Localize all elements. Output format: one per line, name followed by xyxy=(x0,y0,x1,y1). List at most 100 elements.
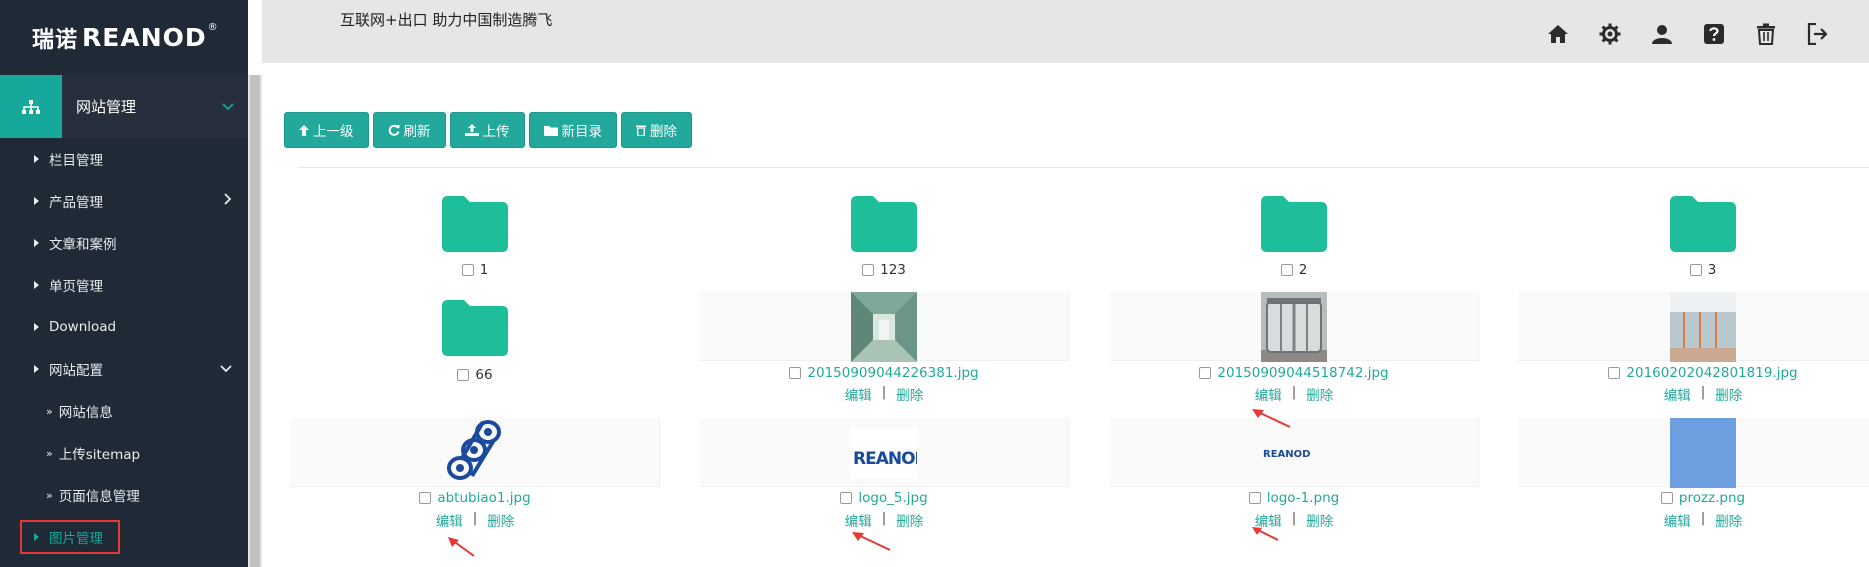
item-name-row: 2 xyxy=(1109,262,1479,278)
item-name-row: logo-1.png xyxy=(1109,490,1479,506)
folder-icon[interactable] xyxy=(1670,196,1736,252)
item-name[interactable]: 3 xyxy=(1708,262,1717,278)
sidebar-item-5[interactable]: 网站配置 xyxy=(0,348,248,390)
folder-icon[interactable] xyxy=(442,196,508,252)
brand-logo[interactable]: 瑞诺 REANOD ® xyxy=(0,0,248,75)
sidebar-item-label: 上传sitemap xyxy=(58,447,141,463)
image-thumbnail[interactable]: REANOD xyxy=(851,418,917,488)
item-name[interactable]: 66 xyxy=(475,367,492,383)
select-checkbox[interactable] xyxy=(840,492,853,504)
sidebar-scrollbar[interactable] xyxy=(248,75,262,567)
delete-label: 删除 xyxy=(650,124,677,140)
delete-button[interactable]: 删除 xyxy=(621,112,692,148)
sidebar-item-7[interactable]: » 上传sitemap xyxy=(0,432,248,474)
sidebar-item-8[interactable]: » 页面信息管理 xyxy=(0,474,248,516)
edit-link[interactable]: 编辑 xyxy=(1664,510,1691,530)
delete-link[interactable]: 删除 xyxy=(1715,510,1742,530)
folder-icon[interactable] xyxy=(851,196,917,252)
brand-en: REANOD xyxy=(82,23,207,52)
double-chevron-icon: » xyxy=(46,488,53,502)
image-thumbnail[interactable] xyxy=(851,292,917,362)
annotation-arrow-icon xyxy=(1252,409,1291,428)
select-checkbox[interactable] xyxy=(1248,492,1261,504)
header-icons xyxy=(1545,22,1831,46)
help-icon[interactable] xyxy=(1701,22,1727,46)
select-checkbox[interactable] xyxy=(1689,264,1702,276)
item-name[interactable]: 2 xyxy=(1299,262,1308,278)
sidebar-item-3[interactable]: 单页管理 xyxy=(0,264,248,306)
settings-icon[interactable] xyxy=(1597,22,1623,46)
select-checkbox[interactable] xyxy=(1660,492,1673,504)
caret-right-icon xyxy=(34,323,39,331)
caret-right-icon xyxy=(34,281,39,289)
image-thumbnail[interactable] xyxy=(442,418,508,488)
upload-button[interactable]: 上传 xyxy=(449,112,525,148)
header-slogan: 互联网+出口 助力中国制造腾飞 xyxy=(340,11,553,29)
top-header: 互联网+出口 助力中国制造腾飞 xyxy=(262,0,1869,63)
svg-text:REANOD: REANOD xyxy=(1263,449,1310,460)
double-chevron-icon: » xyxy=(46,404,53,418)
delete-link[interactable]: 删除 xyxy=(1715,384,1742,404)
home-icon[interactable] xyxy=(1545,22,1571,46)
item-name[interactable]: logo_5.jpg xyxy=(858,490,927,506)
item-actions: 编辑 | 删除 xyxy=(290,510,660,530)
item-name[interactable]: abtubiao1.jpg xyxy=(437,490,530,506)
up-level-button[interactable]: 上一级 xyxy=(284,112,369,148)
item-name[interactable]: prozz.png xyxy=(1679,490,1745,506)
delete-link[interactable]: 删除 xyxy=(1306,510,1333,530)
trash-icon[interactable] xyxy=(1753,22,1779,46)
item-name[interactable]: 1 xyxy=(480,262,489,278)
select-checkbox[interactable] xyxy=(1280,264,1293,276)
sidebar-item-2[interactable]: 文章和案例 xyxy=(0,222,248,264)
delete-link[interactable]: 删除 xyxy=(487,510,514,530)
item-name[interactable]: 20150909044518742.jpg xyxy=(1217,365,1388,381)
delete-link[interactable]: 删除 xyxy=(896,384,923,404)
sidebar-section-site-management[interactable]: 网站管理 xyxy=(0,75,248,138)
select-checkbox[interactable] xyxy=(457,369,470,381)
sidebar-item-label: Download xyxy=(49,319,117,335)
sidebar-item-4[interactable]: Download xyxy=(0,306,248,348)
select-checkbox[interactable] xyxy=(461,264,474,276)
action-separator: | xyxy=(472,510,478,526)
item-actions: 编辑 | 删除 xyxy=(699,384,1069,404)
action-separator: | xyxy=(1700,384,1706,400)
action-separator: | xyxy=(1291,384,1297,400)
edit-link[interactable]: 编辑 xyxy=(845,384,872,404)
sidebar: 瑞诺 REANOD ® 网站管理 栏目管理 产品管理 文章和案例 单页管理 Downlo… xyxy=(0,0,248,567)
edit-link[interactable]: 编辑 xyxy=(1255,384,1282,404)
delete-link[interactable]: 删除 xyxy=(896,510,923,530)
edit-link[interactable]: 编辑 xyxy=(436,510,463,530)
caret-right-icon xyxy=(34,155,39,163)
folder-icon[interactable] xyxy=(1261,196,1327,252)
delete-link[interactable]: 删除 xyxy=(1306,384,1333,404)
sidebar-item-label: 网站信息 xyxy=(58,405,113,421)
new-directory-button[interactable]: 新目录 xyxy=(528,112,617,148)
select-checkbox[interactable] xyxy=(1608,367,1621,379)
image-thumbnail[interactable] xyxy=(1261,292,1327,362)
folder-icon[interactable] xyxy=(442,300,508,356)
edit-link[interactable]: 编辑 xyxy=(845,510,872,530)
image-thumbnail[interactable] xyxy=(1670,292,1736,362)
action-separator: | xyxy=(1291,510,1297,526)
logout-icon[interactable] xyxy=(1805,22,1831,46)
image-thumbnail[interactable] xyxy=(1670,418,1736,488)
file-toolbar: 上一级 刷新 上传 新目录 删除 xyxy=(284,112,692,148)
item-name[interactable]: 123 xyxy=(880,262,906,278)
item-name-row: 3 xyxy=(1518,262,1869,278)
select-checkbox[interactable] xyxy=(789,367,802,379)
sidebar-item-0[interactable]: 栏目管理 xyxy=(0,138,248,180)
select-checkbox[interactable] xyxy=(1199,367,1212,379)
edit-link[interactable]: 编辑 xyxy=(1664,384,1691,404)
sidebar-item-6[interactable]: » 网站信息 xyxy=(0,390,248,432)
sidebar-item-1[interactable]: 产品管理 xyxy=(0,180,248,222)
user-icon[interactable] xyxy=(1649,22,1675,46)
scrollbar-thumb[interactable] xyxy=(250,75,260,567)
refresh-button[interactable]: 刷新 xyxy=(372,112,446,148)
item-name[interactable]: 20150909044226381.jpg xyxy=(807,365,978,381)
item-name-row: 20150909044518742.jpg xyxy=(1109,365,1479,381)
item-name-row: logo_5.jpg xyxy=(699,490,1069,506)
select-checkbox[interactable] xyxy=(419,492,432,504)
item-name[interactable]: 20160202042801819.jpg xyxy=(1626,365,1797,381)
select-checkbox[interactable] xyxy=(862,264,875,276)
item-name[interactable]: logo-1.png xyxy=(1267,490,1340,506)
